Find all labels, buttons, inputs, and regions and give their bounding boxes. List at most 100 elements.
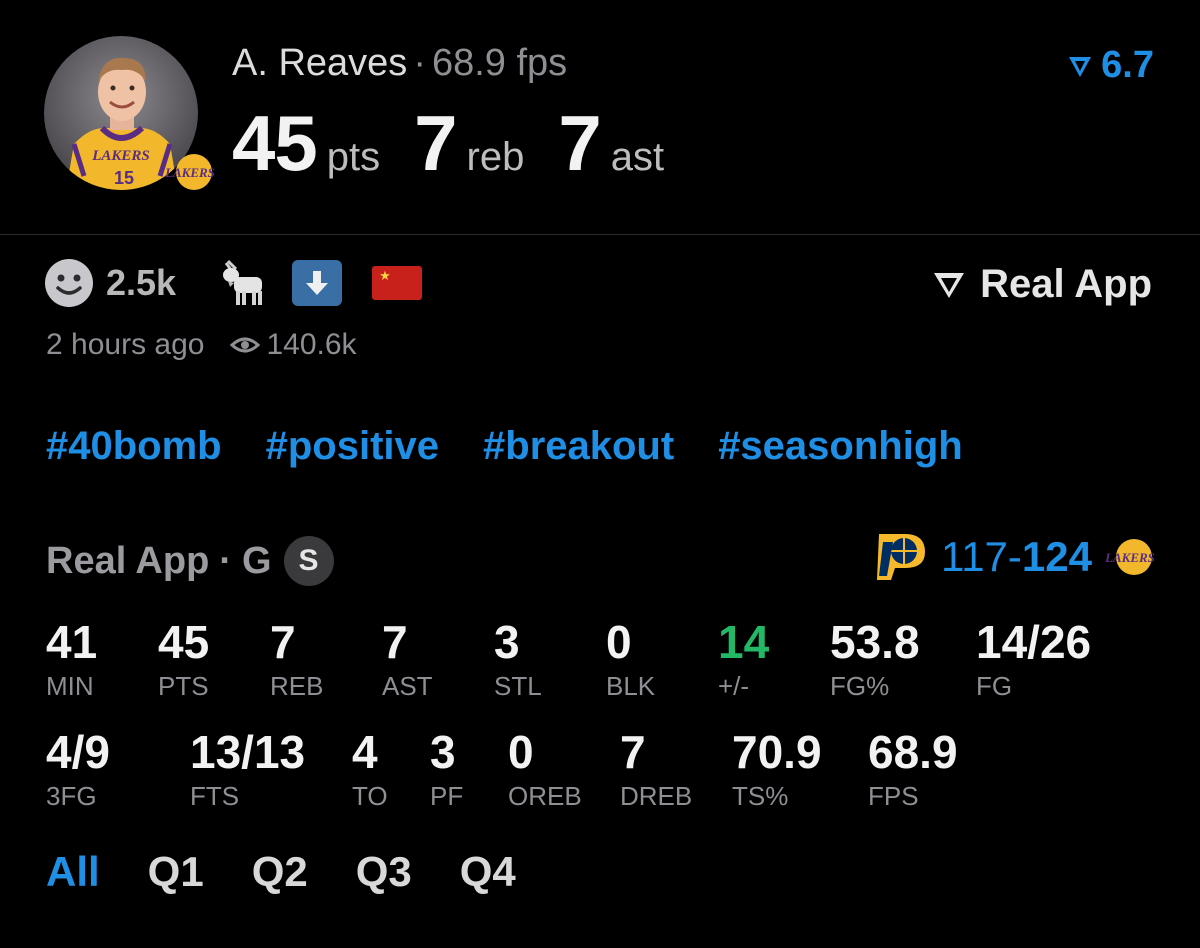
game-score[interactable]: 117 - 124 LAKERS (875, 532, 1156, 582)
stat-label: BLK (606, 671, 656, 701)
stat-value: 4/9 (46, 726, 110, 778)
goat-icon[interactable] (216, 257, 268, 309)
tab-q1[interactable]: Q1 (148, 848, 204, 896)
player-fps: 68.9 fps (431, 42, 568, 84)
eye-icon (230, 337, 261, 353)
stat-min: 41 MIN (46, 618, 97, 700)
real-app-logo-icon (1069, 56, 1092, 77)
down-arrow-icon[interactable] (292, 260, 343, 306)
stat-blk: 0 BLK (606, 618, 655, 700)
stat-fts: 13/13 FTS (190, 728, 305, 810)
stat-plus-minus: 14 +/- (718, 618, 769, 700)
stat-value: 3 (494, 616, 520, 668)
jersey-text: LAKERS (91, 148, 150, 164)
stat-label: FG% (830, 671, 890, 701)
header-divider (0, 234, 1200, 235)
stat-value: 70.9 (732, 726, 822, 778)
stat-value: 7 (382, 616, 408, 668)
tab-q3[interactable]: Q3 (356, 848, 412, 896)
jersey-number: 15 (114, 168, 134, 188)
stat-label: FG (976, 671, 1013, 701)
assists-value: 7 (558, 99, 601, 187)
game-info: Real App · G S (46, 536, 334, 586)
stat-value: 13/13 (190, 726, 306, 778)
lakers-logo-icon: LAKERS (164, 152, 216, 192)
stat-label: PTS (158, 671, 209, 701)
stat-pts: 45 PTS (158, 618, 209, 700)
stat-value: 14/26 (976, 616, 1092, 668)
stat-value: 7 (270, 616, 296, 668)
stat-label: MIN (46, 671, 94, 701)
svg-text:LAKERS: LAKERS (1104, 550, 1155, 565)
post-time: 2 hours ago (46, 328, 205, 361)
lakers-logo-icon: LAKERS (1104, 539, 1155, 575)
hashtag[interactable]: #seasonhigh (718, 424, 963, 469)
stat-value: 45 (158, 616, 210, 668)
stat-reb: 7 REB (270, 618, 323, 700)
stat-value: 0 (606, 616, 632, 668)
stat-value: 41 (46, 616, 98, 668)
stat-to: 4 TO (352, 728, 388, 810)
rebounds-unit: reb (466, 135, 525, 179)
stat-pf: 3 PF (430, 728, 463, 810)
starter-badge: S (283, 536, 334, 586)
separator: · (413, 42, 426, 84)
player-header: LAKERS 15 LAKERS A. Reaves · 68.9 fps 45 p… (0, 0, 1200, 234)
hashtag[interactable]: #breakout (483, 424, 674, 469)
stat-label: TO (352, 781, 388, 811)
headline-statline: 45 pts 7 reb 7 ast (232, 98, 698, 189)
stat-label: DREB (620, 781, 693, 811)
rebounds-value: 7 (414, 99, 457, 187)
player-name-line: A. Reaves · 68.9 fps (232, 42, 567, 85)
score-home: 124 (1021, 533, 1092, 580)
points-value: 45 (232, 99, 318, 187)
stat-ast: 7 AST (382, 618, 433, 700)
stat-label: REB (270, 671, 324, 701)
score-away: 117 (940, 533, 1008, 580)
player-position: G (241, 539, 272, 582)
real-app-brand[interactable]: Real App (932, 262, 1152, 307)
stat-dreb: 7 DREB (620, 728, 692, 810)
game-source: Real App (46, 539, 210, 582)
real-app-label: Real App (980, 262, 1152, 306)
stat-3fg: 4/9 3FG (46, 728, 110, 810)
stat-fg: 14/26 FG (976, 618, 1091, 700)
stat-value: 7 (620, 726, 646, 778)
stat-fps: 68.9 FPS (868, 728, 958, 810)
quarter-tabs: All Q1 Q2 Q3 Q4 (46, 848, 564, 896)
score-dash: - (1007, 533, 1022, 580)
real-app-logo-icon (934, 272, 965, 298)
hashtag[interactable]: #40bomb (46, 424, 222, 469)
stat-ts-pct: 70.9 TS% (732, 728, 822, 810)
reactions-row: 2.5k ★ (44, 257, 423, 309)
post-meta: 2 hours ago 140.6k (46, 328, 357, 362)
tab-q2[interactable]: Q2 (252, 848, 308, 896)
stat-label: OREB (508, 781, 582, 811)
stat-label: FPS (868, 781, 919, 811)
tab-q4[interactable]: Q4 (460, 848, 516, 896)
china-flag-icon[interactable]: ★ (372, 266, 423, 300)
stat-label: 3FG (46, 781, 97, 811)
player-name[interactable]: A. Reaves (232, 42, 407, 84)
hashtag[interactable]: #positive (266, 424, 439, 469)
rating-badge[interactable]: 6.7 (1067, 44, 1154, 87)
stat-value: 4 (352, 726, 378, 778)
stat-label: PF (430, 781, 464, 811)
points-unit: pts (326, 135, 381, 179)
stat-label: AST (382, 671, 433, 701)
tab-all[interactable]: All (46, 848, 100, 896)
view-count: 140.6k (266, 328, 357, 361)
reaction-count: 2.5k (106, 262, 177, 303)
stat-fg-pct: 53.8 FG% (830, 618, 920, 700)
stat-value: 3 (430, 726, 456, 778)
assists-unit: ast (610, 135, 665, 179)
pacers-logo-icon (876, 534, 925, 580)
smiley-icon[interactable] (44, 258, 94, 308)
stat-oreb: 0 OREB (508, 728, 582, 810)
svg-text:LAKERS: LAKERS (164, 165, 215, 180)
stat-value: 0 (508, 726, 534, 778)
stat-value: 14 (718, 616, 770, 668)
stat-stl: 3 STL (494, 618, 542, 700)
separator: · (219, 539, 232, 582)
stat-label: +/- (718, 671, 750, 701)
